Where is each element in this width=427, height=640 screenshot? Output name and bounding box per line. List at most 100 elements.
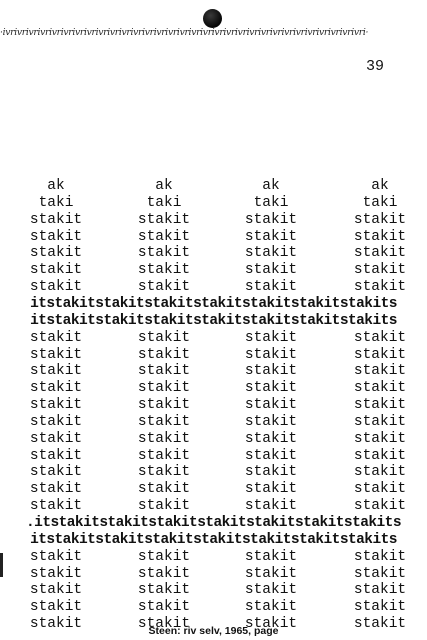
poem-word: stakit [29, 481, 83, 498]
poem-row: stakit stakit stakit stakit [0, 498, 427, 515]
poem-word: stakit [244, 498, 298, 515]
poem-word: stakit [29, 548, 83, 565]
poem-word: stakit [29, 447, 83, 464]
poem-word: stakit [244, 447, 298, 464]
poem-word: ak [155, 178, 173, 194]
poem-word: stakit [29, 498, 83, 515]
poem-word: stakit [353, 228, 407, 245]
poem-word: stakit [244, 363, 298, 380]
poem-word: stakit [353, 481, 407, 498]
poem-run-line: itstakitstakitstakitstakitstakitstakitst… [30, 312, 397, 329]
poem-row: stakit stakit stakit stakit [0, 330, 427, 347]
poem-word: stakit [353, 447, 407, 464]
poem-word: stakit [137, 565, 191, 582]
poem-run-line: .itstakitstakitstakitstakitstakitstakits… [26, 515, 402, 531]
poem-word: stakit [29, 346, 83, 363]
poem-word: stakit [244, 430, 298, 447]
poem-word: stakit [244, 346, 298, 363]
poem-word: stakit [353, 380, 407, 397]
poem-word: stakit [29, 245, 83, 262]
poem-word: stakit [29, 262, 83, 279]
poem-row: stakit stakit stakit stakit [0, 414, 427, 431]
poem-row: stakit stakit stakit stakit [0, 464, 427, 481]
poem-word: stakit [244, 279, 298, 296]
poem-word: stakit [353, 413, 407, 430]
poem-word: stakit [137, 481, 191, 498]
poem-word: stakit [137, 262, 191, 279]
binder-hole [203, 9, 222, 28]
poem-word: stakit [353, 262, 407, 279]
poem-word: stakit [244, 481, 298, 498]
poem-word: stakit [353, 582, 407, 599]
poem-row: stakit stakit stakit stakit [0, 279, 427, 296]
poem-word: stakit [29, 228, 83, 245]
poem-word: stakit [137, 397, 191, 414]
poem-row: stakit stakit stakit stakit [0, 262, 427, 279]
poem-word: stakit [353, 599, 407, 616]
poem-word: ak [371, 178, 389, 194]
poem-word: stakit [137, 498, 191, 515]
poem-word: taki [362, 194, 398, 211]
poem-word: stakit [353, 245, 407, 262]
poem-row: stakit stakit stakit stakit [0, 599, 427, 616]
poem-word: stakit [137, 413, 191, 430]
poem-word: stakit [137, 447, 191, 464]
poem-word: stakit [353, 565, 407, 582]
poem-row: stakit stakit stakit stakit [0, 566, 427, 583]
poem-word: stakit [29, 279, 83, 296]
poem-row: stakit stakit stakit stakit [0, 212, 427, 229]
poem-row: stakit stakit stakit stakit [0, 431, 427, 448]
poem-word: stakit [29, 363, 83, 380]
poem-word: ak [262, 178, 280, 194]
poem-word: stakit [137, 464, 191, 481]
poem-word: stakit [137, 329, 191, 346]
poem-word: taki [253, 194, 289, 211]
poem-word: stakit [244, 464, 298, 481]
poem-row: taki taki taki taki [0, 195, 427, 212]
poem-word: stakit [29, 380, 83, 397]
poem-word: stakit [244, 599, 298, 616]
poem-word: stakit [137, 211, 191, 228]
poem-row: ak ak ak ak [0, 178, 427, 195]
poem-word: stakit [244, 397, 298, 414]
poem-row: stakit stakit stakit stakit [0, 245, 427, 262]
poem-word: stakit [244, 413, 298, 430]
poem-word: stakit [353, 363, 407, 380]
poem-row: stakit stakit stakit stakit [0, 229, 427, 246]
poem-word: stakit [29, 211, 83, 228]
poem-word: stakit [244, 380, 298, 397]
poem-run-line: itstakitstakitstakitstakitstakitstakitst… [30, 531, 397, 548]
poem-word: stakit [353, 279, 407, 296]
poem-word: stakit [244, 228, 298, 245]
poem-word: stakit [353, 548, 407, 565]
poem-word: taki [146, 194, 182, 211]
poem-row: stakit stakit stakit stakit [0, 380, 427, 397]
poem-word: stakit [244, 211, 298, 228]
poem-word: stakit [244, 329, 298, 346]
poem-row: stakit stakit stakit stakit [0, 549, 427, 566]
poem-row: stakit stakit stakit stakit [0, 582, 427, 599]
poem-word: stakit [353, 329, 407, 346]
poem-word: stakit [29, 329, 83, 346]
poem-word: stakit [137, 228, 191, 245]
poem-row: stakit stakit stakit stakit [0, 347, 427, 364]
poem-word: stakit [137, 599, 191, 616]
poem-word: stakit [29, 582, 83, 599]
poem-word: stakit [353, 397, 407, 414]
poem-word: stakit [353, 211, 407, 228]
poem-word: stakit [244, 548, 298, 565]
poem-word: taki [38, 194, 74, 211]
poem-row: stakit stakit stakit stakit [0, 397, 427, 414]
poem-row: stakit stakit stakit stakit [0, 448, 427, 465]
poem-word: ak [47, 178, 65, 194]
poem-word: stakit [353, 346, 407, 363]
page-number: 39 [366, 58, 385, 75]
poem-word: stakit [137, 279, 191, 296]
poem-word: stakit [244, 262, 298, 279]
poem-word: stakit [137, 430, 191, 447]
caption: Steen: riv selv, 1965, page [148, 625, 279, 637]
poem-word: stakit [353, 464, 407, 481]
poem-word: stakit [137, 363, 191, 380]
poem-word: stakit [29, 430, 83, 447]
poem-word: stakit [137, 346, 191, 363]
